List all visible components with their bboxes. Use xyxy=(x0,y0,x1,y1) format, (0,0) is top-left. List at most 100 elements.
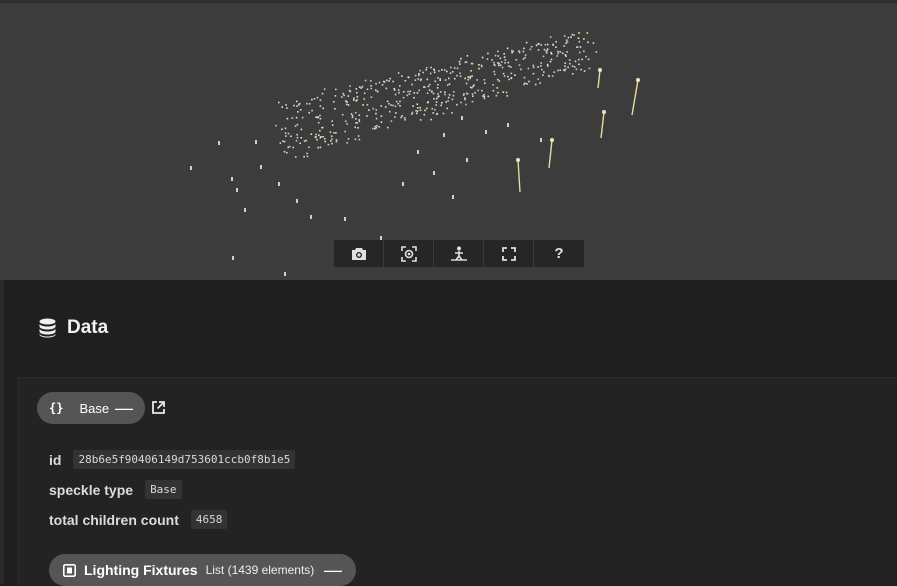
scene-point xyxy=(452,94,455,97)
scene-point xyxy=(497,55,499,57)
scene-point xyxy=(448,83,451,85)
scene-point xyxy=(344,120,347,123)
scene-point xyxy=(561,52,564,54)
scene-point xyxy=(296,133,298,136)
open-in-new-icon[interactable] xyxy=(151,400,166,415)
scene-point xyxy=(319,136,322,139)
scene-point xyxy=(319,114,321,117)
view-mode-button[interactable] xyxy=(434,240,484,267)
scene-point xyxy=(406,94,409,97)
scene-point xyxy=(295,139,298,142)
scene-point xyxy=(418,89,420,92)
scene-point xyxy=(439,91,442,93)
scene-point xyxy=(416,110,419,112)
scene-point xyxy=(347,138,350,140)
scene-point xyxy=(330,140,332,142)
scene-point xyxy=(518,51,521,54)
scene-point xyxy=(553,71,556,73)
scene-point xyxy=(397,72,400,74)
scene-point xyxy=(471,75,473,77)
base-object-chip[interactable]: {} Base — xyxy=(37,392,145,424)
scene-point xyxy=(388,110,391,113)
scene-point xyxy=(547,43,549,46)
scene-point xyxy=(435,104,437,106)
scene-point xyxy=(409,90,412,93)
point-cloud-scene xyxy=(190,32,640,276)
scene-point xyxy=(460,57,462,60)
scene-point xyxy=(335,88,337,91)
scene-post xyxy=(218,141,220,145)
zoom-extents-button[interactable] xyxy=(384,240,434,267)
scene-point xyxy=(484,82,486,84)
scene-point xyxy=(505,91,508,94)
scene-point xyxy=(508,78,510,81)
scene-point xyxy=(413,92,416,94)
scene-point xyxy=(375,109,378,111)
lighting-fixtures-count: List (1439 elements) xyxy=(205,563,315,577)
scene-point xyxy=(527,67,530,70)
scene-point xyxy=(319,117,322,120)
scene-point xyxy=(444,91,446,93)
scene-point xyxy=(543,48,546,51)
scene-post xyxy=(284,272,286,276)
scene-point xyxy=(497,78,499,81)
scene-point xyxy=(393,88,395,90)
scene-point xyxy=(319,99,322,101)
scene-point xyxy=(432,112,434,114)
scene-point xyxy=(449,72,452,74)
scene-point xyxy=(295,116,298,119)
scene-point xyxy=(279,142,282,144)
scene-point xyxy=(430,66,432,69)
lighting-fixtures-chip[interactable]: Lighting Fixtures List (1439 elements) — xyxy=(49,554,356,586)
scene-point xyxy=(466,55,469,57)
scene-point xyxy=(500,61,503,63)
scene-point xyxy=(330,135,333,137)
scene-point xyxy=(565,39,568,41)
scene-point xyxy=(515,59,518,61)
field-label: id xyxy=(49,451,62,468)
help-button[interactable]: ? xyxy=(534,240,584,267)
scene-point xyxy=(319,129,321,132)
scene-point xyxy=(595,51,598,53)
scene-point xyxy=(422,71,424,74)
scene-point xyxy=(564,68,567,70)
scene-point xyxy=(399,85,401,87)
scene-point xyxy=(299,142,301,145)
scene-point xyxy=(416,103,419,105)
scene-point xyxy=(385,87,388,90)
scene-point xyxy=(459,72,461,75)
scene-point xyxy=(392,104,394,107)
scene-point xyxy=(292,146,295,149)
scene-point xyxy=(481,56,484,59)
3d-viewer[interactable]: ? xyxy=(0,0,897,280)
scene-point xyxy=(370,96,373,98)
scene-post xyxy=(443,133,445,137)
scene-point xyxy=(368,109,370,111)
scene-point xyxy=(568,59,571,61)
scene-point xyxy=(329,131,332,133)
collapse-icon[interactable]: — xyxy=(115,399,133,417)
scene-point xyxy=(284,127,287,130)
scene-point xyxy=(585,55,587,58)
scene-point xyxy=(442,112,445,115)
scene-point xyxy=(308,103,311,105)
scene-point xyxy=(372,127,374,130)
scene-point xyxy=(503,56,506,58)
scene-point xyxy=(399,105,401,107)
scene-post xyxy=(236,188,238,192)
scene-point xyxy=(419,69,421,72)
scene-point xyxy=(498,80,501,82)
scene-point xyxy=(522,50,525,53)
scene-point xyxy=(559,51,561,53)
scene-post xyxy=(278,182,280,186)
scene-point xyxy=(286,117,289,120)
collapse-icon[interactable]: — xyxy=(324,561,342,579)
fullscreen-button[interactable] xyxy=(484,240,534,267)
scene-point xyxy=(494,54,497,57)
field-value: 28b6e5f90406149d753601ccb0f8b1e5 xyxy=(73,450,296,469)
scene-point xyxy=(372,107,374,110)
scene-point xyxy=(476,79,478,81)
scene-point xyxy=(335,132,337,134)
screenshot-button[interactable] xyxy=(334,240,384,267)
scene-point xyxy=(347,104,350,106)
